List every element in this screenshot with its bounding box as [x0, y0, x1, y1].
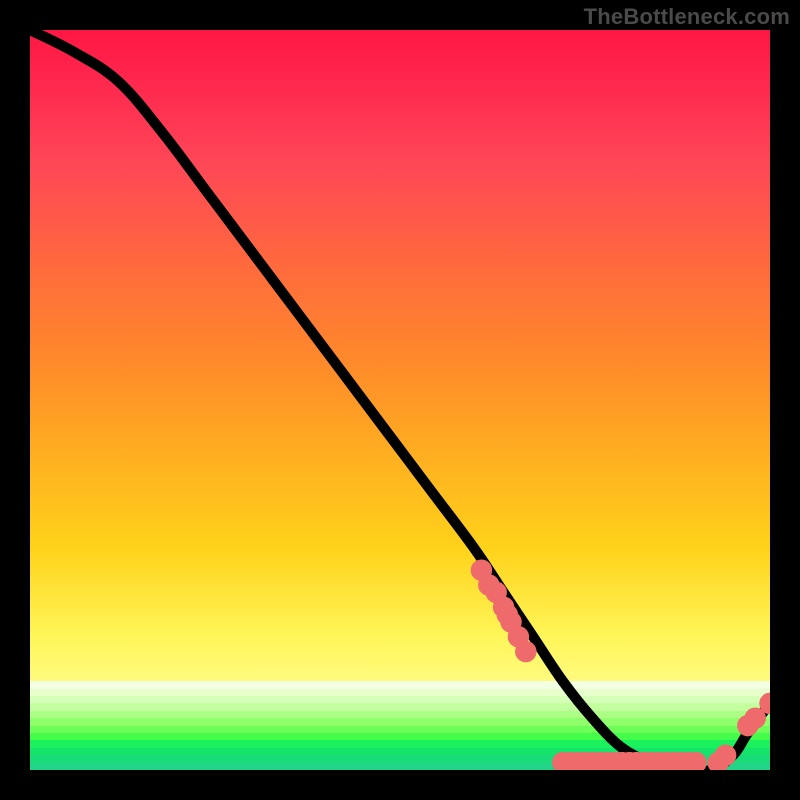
data-point [689, 756, 703, 770]
data-point [748, 711, 762, 725]
plot-outer [30, 30, 770, 770]
data-point [719, 748, 733, 762]
chart-frame: TheBottleneck.com [0, 0, 800, 800]
curve-overlay [30, 30, 770, 770]
watermark-text: TheBottleneck.com [584, 4, 790, 30]
plot-area [30, 30, 770, 770]
bottleneck-curve [30, 30, 770, 770]
data-point [519, 645, 533, 659]
data-points [474, 563, 770, 769]
data-point [763, 696, 770, 710]
